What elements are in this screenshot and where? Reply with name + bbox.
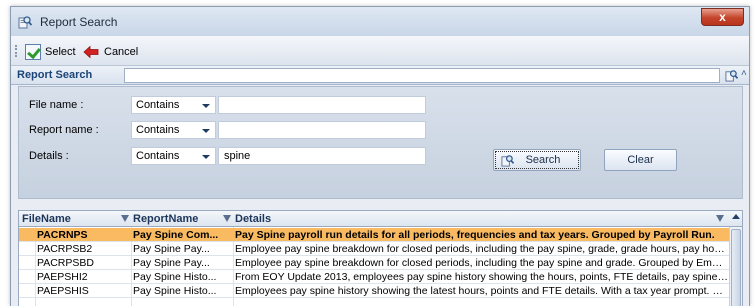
filter-icon[interactable]	[716, 215, 724, 222]
filter-icon[interactable]	[223, 215, 231, 222]
report-name-operator-select[interactable]: Contains	[131, 121, 216, 139]
close-button[interactable]: x	[701, 8, 744, 26]
close-icon: x	[719, 10, 726, 24]
chevron-down-icon	[202, 129, 210, 133]
cell-reportname: Pay Spine Com...	[133, 229, 219, 241]
search-criteria-panel: File name : Contains Report name : Conta…	[18, 86, 743, 199]
scroll-thumb[interactable]	[731, 229, 741, 306]
clear-button[interactable]: Clear	[604, 149, 677, 171]
report-search-icon[interactable]	[725, 69, 738, 82]
table-row[interactable]: PAEPSHIS Pay Spine Histo... Employees pay …	[19, 284, 730, 298]
section-title: Report Search	[17, 69, 93, 81]
file-name-operator-select[interactable]: Contains	[131, 96, 216, 114]
clear-label: Clear	[627, 154, 654, 166]
details-label: Details :	[29, 150, 69, 162]
cell-reportname: Pay Spine Histo...	[133, 285, 217, 297]
back-arrow-icon	[83, 45, 99, 58]
details-operator-select[interactable]: Contains	[131, 147, 216, 165]
grid-header: FileName ReportName Details	[19, 211, 742, 227]
report-name-label: Report name :	[29, 124, 99, 136]
report-search-icon	[18, 16, 32, 29]
table-row[interactable]: PAEPSHI2 Pay Spine Histo... From EOY Updat…	[19, 270, 730, 284]
section-search-field[interactable]	[124, 68, 720, 83]
toolbar: Select Cancel	[11, 36, 749, 66]
details-input[interactable]: spine	[218, 147, 426, 165]
scroll-up-icon[interactable]	[732, 214, 740, 219]
report-search-section-header: Report Search ˄	[11, 66, 749, 85]
cancel-label: Cancel	[104, 45, 139, 58]
checkbox-check-icon	[25, 43, 41, 60]
cell-filename: PAEPSHIS	[37, 285, 89, 297]
window-title: Report Search	[40, 15, 118, 29]
table-row[interactable]: PACRNPS Pay Spine Com... Pay Spine payroll…	[19, 228, 730, 242]
toolbar-grip[interactable]	[15, 45, 17, 57]
cell-details: Employee pay spine breakdown for closed …	[235, 257, 728, 269]
cell-reportname: Pay Spine Histo...	[133, 271, 217, 283]
search-button[interactable]: Search	[493, 149, 581, 171]
filter-icon[interactable]	[121, 215, 129, 222]
results-grid: FileName ReportName Details PACRNPS Pay S…	[18, 210, 743, 306]
chevron-down-icon	[202, 104, 210, 108]
cell-details: Employee pay spine breakdown for closed …	[235, 243, 728, 255]
cell-details: Employees pay spine history showing the …	[235, 285, 728, 297]
select-button[interactable]: Select	[25, 43, 76, 60]
file-name-input[interactable]	[218, 96, 426, 114]
vertical-scrollbar[interactable]	[729, 227, 742, 306]
cell-filename: PACRPSB2	[37, 243, 93, 255]
table-row[interactable]: PACRPSB2 Pay Spine Pay... Employee pay spi…	[19, 242, 730, 256]
chevron-down-icon	[202, 155, 210, 159]
cell-filename: PAEPSHI2	[37, 271, 88, 283]
cell-details: Pay Spine payroll run details for all pe…	[235, 229, 715, 241]
cell-filename: PACRPSBD	[37, 257, 94, 269]
table-row[interactable]: PACRPSBD Pay Spine Pay... Employee pay spi…	[19, 256, 730, 270]
column-header-filename[interactable]: FileName	[22, 213, 71, 225]
cell-details: From EOY Update 2013, employees pay spin…	[235, 271, 728, 283]
title-bar[interactable]: Report Search x	[11, 7, 749, 36]
cell-reportname: Pay Spine Pay...	[133, 243, 210, 255]
column-header-details[interactable]: Details	[235, 213, 271, 225]
select-label: Select	[45, 45, 76, 58]
cancel-button[interactable]: Cancel	[83, 43, 138, 60]
cell-filename: PACRNPS	[37, 229, 88, 241]
collapse-chevron-icon[interactable]: ˄	[741, 68, 747, 79]
report-search-window: Report Search x Select Cancel Report Sea…	[10, 6, 750, 306]
file-name-label: File name :	[29, 99, 84, 111]
cell-reportname: Pay Spine Pay...	[133, 257, 210, 269]
column-header-reportname[interactable]: ReportName	[133, 213, 198, 225]
report-name-input[interactable]	[218, 121, 426, 139]
search-label: Search	[525, 154, 561, 166]
